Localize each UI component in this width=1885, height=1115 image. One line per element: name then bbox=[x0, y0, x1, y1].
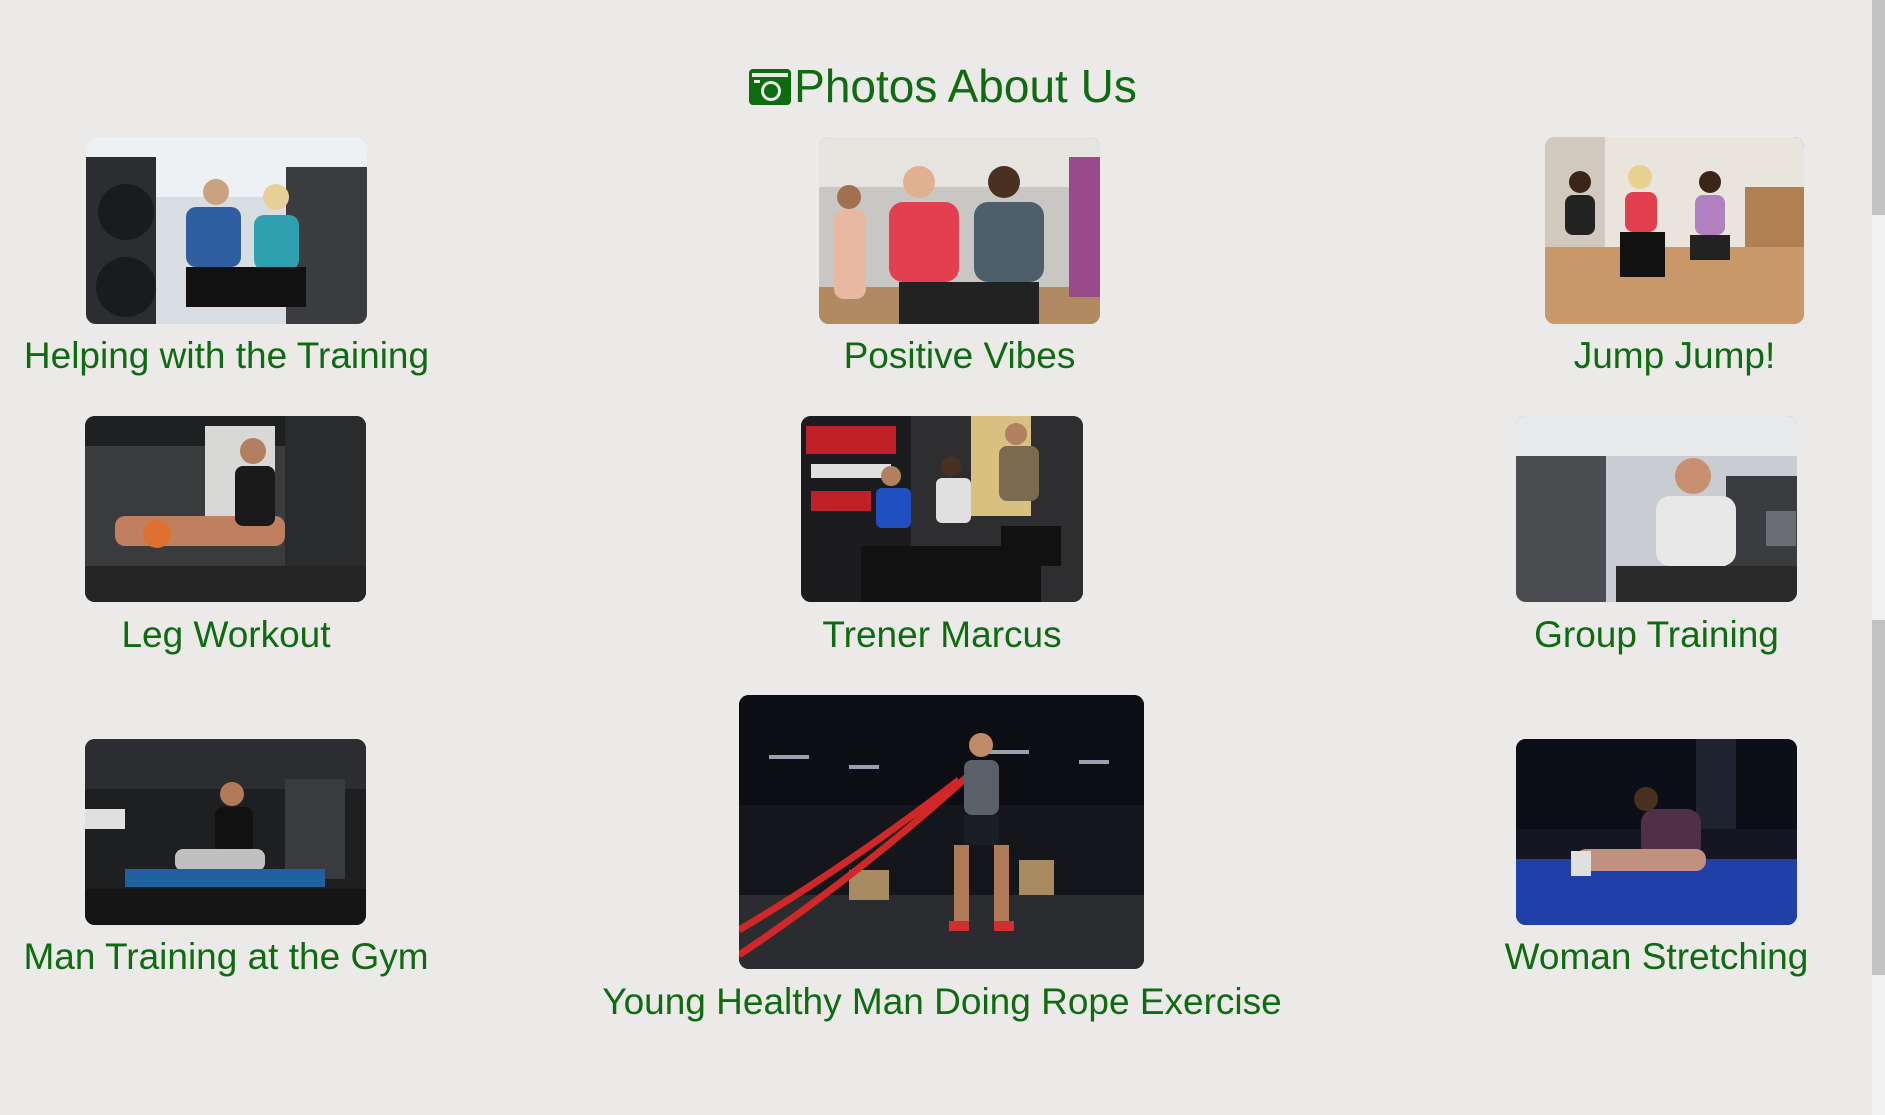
photo-caption: Woman Stretching bbox=[1504, 936, 1809, 977]
man-rowing-machine-photo[interactable] bbox=[85, 739, 366, 925]
group-jumping-photo[interactable] bbox=[1545, 137, 1804, 324]
photo-caption: Trener Marcus bbox=[822, 614, 1062, 655]
woman-stretching-photo[interactable] bbox=[1516, 739, 1797, 925]
section-heading: Photos About Us bbox=[0, 58, 1885, 118]
scrollbar-thumb[interactable] bbox=[1872, 620, 1885, 975]
photo-caption: Man Training at the Gym bbox=[23, 936, 429, 977]
spin-bike-class-photo[interactable] bbox=[801, 416, 1083, 602]
camera-icon bbox=[749, 69, 792, 105]
battle-rope-photo[interactable] bbox=[739, 695, 1144, 969]
section-title: Photos About Us bbox=[794, 60, 1137, 112]
photo-caption: Jump Jump! bbox=[1573, 335, 1776, 376]
trainer-helping-client-photo[interactable] bbox=[86, 137, 367, 324]
photo-caption: Leg Workout bbox=[121, 614, 331, 655]
photo-caption: Positive Vibes bbox=[843, 335, 1076, 376]
photo-caption: Young Healthy Man Doing Rope Exercise bbox=[602, 981, 1282, 1022]
leg-workout-photo[interactable] bbox=[85, 416, 366, 602]
man-smiling-gym-photo[interactable] bbox=[1516, 416, 1797, 602]
women-dancing-photo[interactable] bbox=[819, 137, 1100, 324]
scrollbar-thumb-upper[interactable] bbox=[1872, 0, 1885, 215]
photo-caption: Helping with the Training bbox=[23, 335, 430, 376]
photo-caption: Group Training bbox=[1534, 614, 1779, 655]
gallery-page: Photos About Us Helping with the Trainin… bbox=[0, 0, 1872, 1115]
